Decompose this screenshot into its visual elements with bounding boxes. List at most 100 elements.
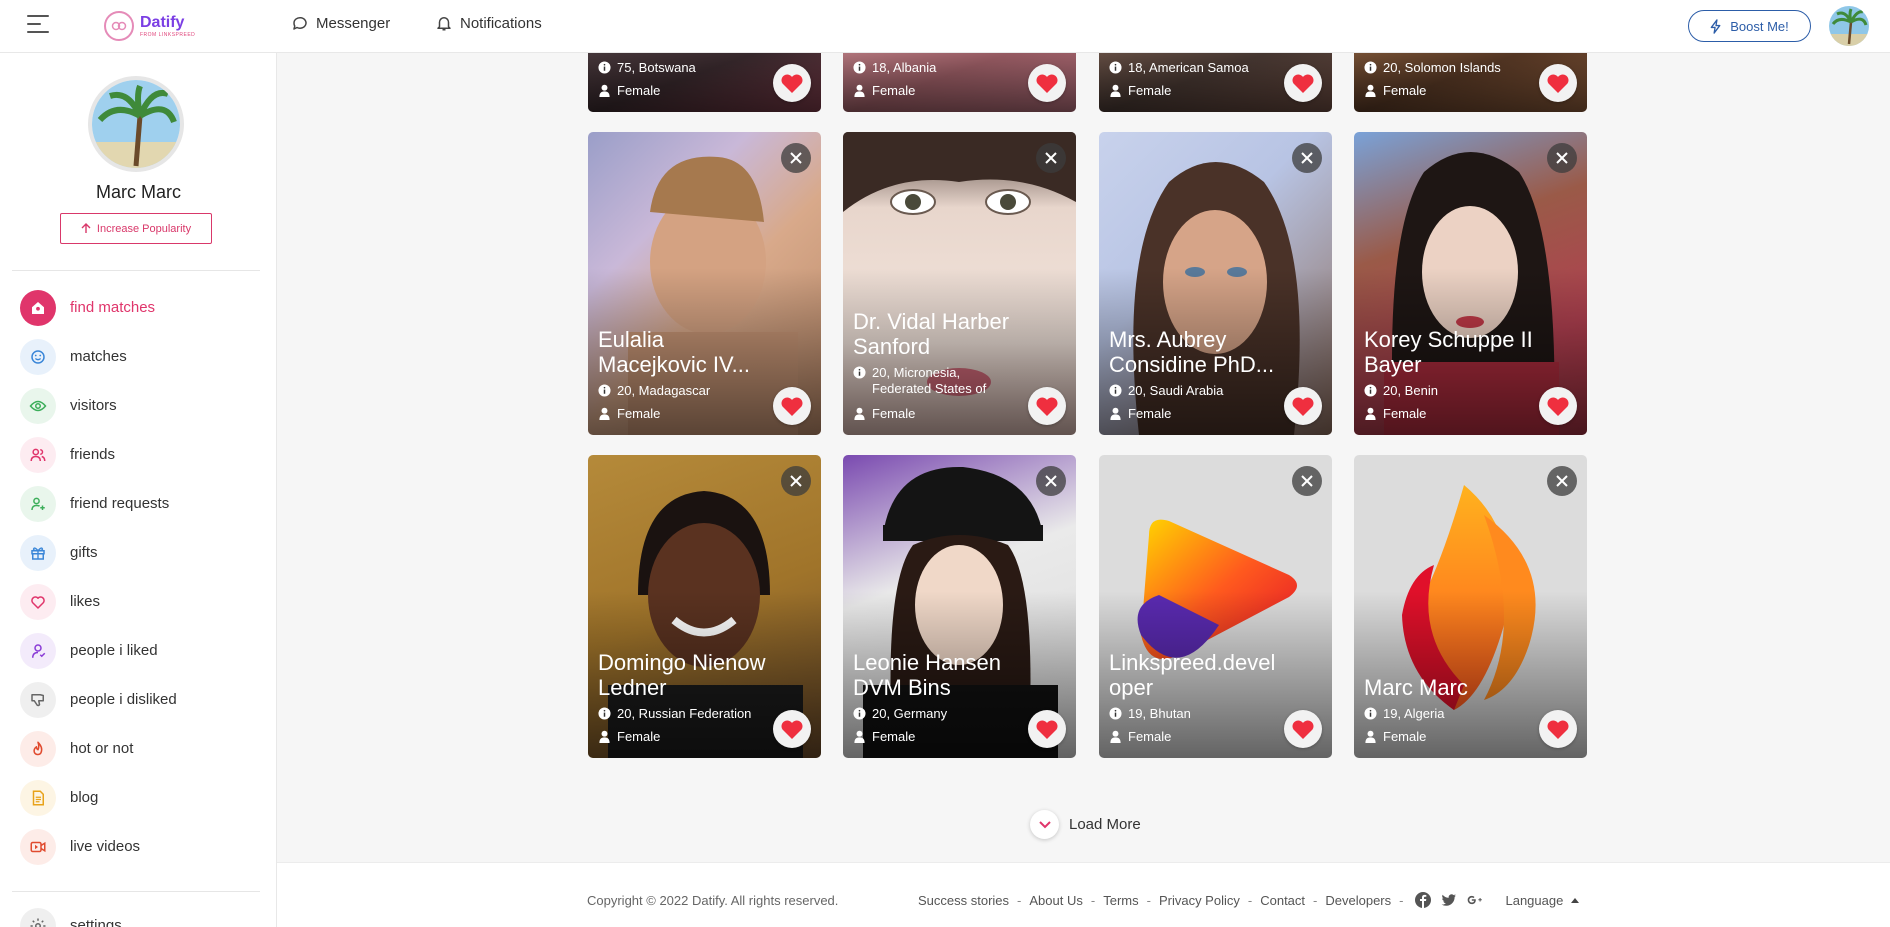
card-info: 19, Algeria [1364, 706, 1527, 722]
hamburger-menu-icon[interactable] [27, 15, 49, 33]
like-button[interactable] [1028, 710, 1066, 748]
sidebar-item-find-matches[interactable]: find matches [20, 283, 177, 332]
profile-avatar[interactable] [88, 76, 184, 172]
boost-me-button[interactable]: Boost Me! [1688, 10, 1811, 42]
person-icon [1365, 730, 1376, 743]
dismiss-button[interactable] [1292, 143, 1322, 173]
dismiss-button[interactable] [1036, 466, 1066, 496]
profile-card[interactable]: Domingo Nienow Ledner 20, Russian Federa… [588, 455, 821, 758]
like-button[interactable] [1284, 64, 1322, 102]
social-links [1415, 892, 1483, 908]
sidebar-item-label: matches [70, 348, 127, 365]
like-button[interactable] [1028, 64, 1066, 102]
notifications-link[interactable]: Notifications [435, 14, 542, 32]
sidebar-item-matches[interactable]: matches [20, 332, 177, 381]
close-icon [790, 475, 802, 487]
language-label: Language [1505, 892, 1564, 908]
sidebar-item-live-videos[interactable]: live videos [20, 822, 177, 871]
card-info: 20, Russian Federation [598, 706, 761, 722]
increase-popularity-button[interactable]: Increase Popularity [60, 213, 212, 244]
profile-card[interactable]: Eulalia Macejkovic IV... 20, Madagascar … [588, 132, 821, 435]
header-avatar[interactable] [1829, 6, 1869, 46]
footer-link-success-stories[interactable]: Success stories [918, 893, 1009, 908]
like-button[interactable] [1284, 387, 1322, 425]
dismiss-button[interactable] [1036, 143, 1066, 173]
sidebar-item-gifts[interactable]: gifts [20, 528, 177, 577]
language-selector[interactable]: Language [1505, 892, 1580, 908]
sidebar-item-blog[interactable]: blog [20, 773, 177, 822]
sidebar-item-label: friend requests [70, 495, 170, 512]
profile-card[interactable]: Dr. Vidal Harber Sanford 20, Micronesia,… [843, 132, 1076, 435]
sidebar-item-visitors[interactable]: visitors [20, 381, 177, 430]
info-icon [598, 384, 611, 397]
heart-icon [1292, 397, 1314, 416]
card-info: 20, Solomon Islands [1364, 60, 1527, 76]
sidebar-item-hot-or-not[interactable]: hot or not [20, 724, 177, 773]
card-info-text: 75, Botswana [617, 60, 696, 75]
card-info: 20, Benin [1364, 383, 1527, 399]
card-gender: Female [598, 83, 761, 99]
card-gender: Female [1364, 729, 1527, 745]
dismiss-button[interactable] [781, 466, 811, 496]
twitter-icon[interactable] [1441, 892, 1457, 908]
like-button[interactable] [1539, 710, 1577, 748]
like-button[interactable] [773, 64, 811, 102]
messenger-label: Messenger [316, 14, 391, 32]
footer: Copyright © 2022 Datify. All rights rese… [277, 862, 1890, 927]
popularity-label: Increase Popularity [96, 222, 192, 235]
top-bar: Datify FROM LINKSPREED Messenger Notific… [0, 0, 1890, 53]
heart-icon [1036, 720, 1058, 739]
like-button[interactable] [773, 710, 811, 748]
google-plus-icon[interactable] [1467, 892, 1483, 908]
footer-link-about-us[interactable]: About Us [1029, 893, 1082, 908]
footer-link-developers[interactable]: Developers [1325, 893, 1391, 908]
person-icon [599, 407, 610, 420]
profile-card[interactable]: Linkspreed.developer 19, Bhutan Female [1099, 455, 1332, 758]
sidebar-item-settings[interactable]: settings [20, 901, 122, 927]
like-button[interactable] [1539, 64, 1577, 102]
profile-card[interactable]: Leonie Hansen DVM Bins 20, Germany Femal… [843, 455, 1076, 758]
dismiss-button[interactable] [781, 143, 811, 173]
like-button[interactable] [1028, 387, 1066, 425]
card-info: 19, Bhutan [1109, 706, 1272, 722]
footer-link-contact[interactable]: Contact [1260, 893, 1305, 908]
sidebar-item-friends[interactable]: friends [20, 430, 177, 479]
dismiss-button[interactable] [1547, 143, 1577, 173]
logo[interactable]: Datify FROM LINKSPREED [104, 6, 195, 46]
heart-icon [781, 720, 803, 739]
profile-card[interactable]: Korey Schuppe II Bayer 20, Benin Female [1354, 132, 1587, 435]
like-button[interactable] [1284, 710, 1322, 748]
footer-link-terms[interactable]: Terms [1103, 893, 1138, 908]
info-icon [1364, 61, 1377, 74]
sidebar-item-people-i-disliked[interactable]: people i disliked [20, 675, 177, 724]
info-icon [1109, 61, 1122, 74]
like-button[interactable] [1539, 387, 1577, 425]
sidebar-item-people-i-liked[interactable]: people i liked [20, 626, 177, 675]
profile-name: Marc Marc [96, 182, 181, 202]
dismiss-button[interactable] [1547, 466, 1577, 496]
profile-card[interactable]: Mrs. Aubrey Considine PhD... 20, Saudi A… [1099, 132, 1332, 435]
sidebar-item-friend-requests[interactable]: friend requests [20, 479, 177, 528]
facebook-icon[interactable] [1415, 892, 1432, 908]
dismiss-button[interactable] [1292, 466, 1322, 496]
info-icon [1364, 384, 1377, 397]
chat-bubble-icon [293, 16, 307, 30]
sidebar-item-likes[interactable]: likes [20, 577, 177, 626]
logo-name: Datify [140, 13, 185, 31]
card-gender-text: Female [617, 83, 661, 98]
load-more-button[interactable]: Load More [1030, 810, 1141, 839]
logo-subtitle: FROM LINKSPREED [140, 31, 196, 38]
heart-icon [1036, 397, 1058, 416]
person-icon [599, 84, 610, 97]
card-gender-text: Female [872, 406, 916, 421]
like-button[interactable] [773, 387, 811, 425]
card-gender: Female [1109, 83, 1272, 99]
card-name: Korey Schuppe II Bayer [1364, 327, 1533, 377]
profile-card[interactable]: Marc Marc 19, Algeria Female [1354, 455, 1587, 758]
sidebar-item-label: settings [70, 917, 122, 927]
messenger-link[interactable]: Messenger [291, 14, 390, 32]
footer-links: Success stories - About Us - Terms - Privac… [918, 892, 1580, 908]
card-gender: Female [1364, 83, 1527, 99]
card-info-text: 20, Germany [872, 706, 948, 721]
footer-link-privacy-policy[interactable]: Privacy Policy [1159, 893, 1240, 908]
